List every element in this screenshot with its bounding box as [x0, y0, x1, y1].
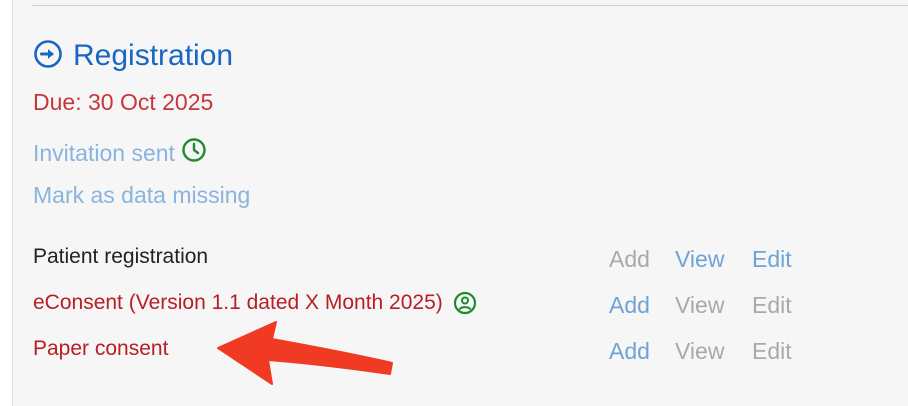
form-row-econsent: eConsent (Version 1.1 dated X Month 2025…: [33, 288, 477, 318]
user-circle-icon: [453, 291, 477, 315]
arrow-right-circle-icon: [33, 39, 63, 74]
edit-button: Edit: [752, 291, 792, 318]
form-row-paper-consent: Paper consent: [33, 334, 168, 364]
section-title: Registration: [73, 39, 234, 72]
view-button: View: [675, 337, 725, 364]
invitation-sent-link[interactable]: Invitation sent: [33, 140, 175, 167]
view-button[interactable]: View: [675, 246, 752, 273]
form-row-patient-registration: Patient registration: [33, 242, 208, 272]
mark-data-missing-link[interactable]: Mark as data missing: [33, 182, 250, 209]
view-button: View: [675, 291, 725, 318]
section-heading: Registration: [33, 36, 233, 76]
clock-icon: [181, 137, 207, 169]
edit-button: Edit: [752, 337, 792, 364]
section-divider: [32, 5, 908, 6]
row-actions: Add View Edit: [609, 244, 812, 274]
row-actions: Add View Edit: [609, 336, 812, 366]
due-date: Due: 30 Oct 2025: [33, 89, 214, 115]
annotation-arrow-icon: [210, 318, 400, 395]
edit-button[interactable]: Edit: [752, 246, 812, 273]
add-button: Add: [609, 245, 650, 272]
add-button[interactable]: Add: [609, 292, 675, 319]
invitation-status[interactable]: Invitation sent: [33, 137, 207, 169]
form-label: Paper consent: [33, 337, 169, 360]
row-actions: Add View Edit: [609, 290, 812, 320]
form-label: Patient registration: [33, 245, 209, 268]
add-button[interactable]: Add: [609, 338, 675, 365]
form-label: eConsent (Version 1.1 dated X Month 2025…: [33, 291, 443, 314]
